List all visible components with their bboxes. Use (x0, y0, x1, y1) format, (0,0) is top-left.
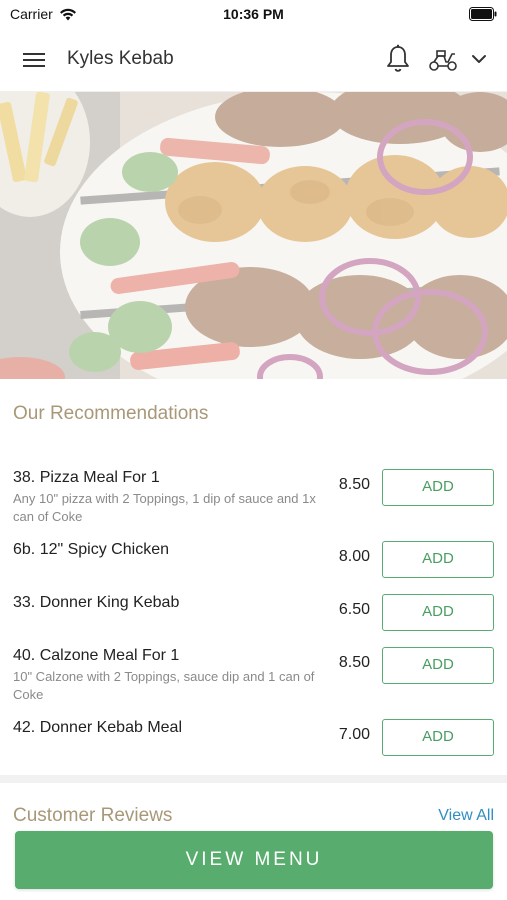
recommendations-title: Our Recommendations (13, 403, 209, 424)
app-header: Kyles Kebab (0, 28, 507, 92)
view-all-reviews-link[interactable]: View All (438, 807, 494, 825)
item-description: Any 10" pizza with 2 Toppings, 1 dip of … (13, 491, 316, 524)
menu-item: 33. Donner King Kebab 6.50 ADD (0, 594, 507, 634)
menu-item: 42. Donner Kebab Meal 7.00 ADD (0, 719, 507, 759)
item-price: 7.00 (338, 726, 370, 743)
item-price: 8.50 (338, 654, 370, 671)
menu-item: 38. Pizza Meal For 1 Any 10" pizza with … (0, 469, 507, 529)
chevron-down-icon[interactable] (470, 50, 488, 68)
add-button[interactable]: ADD (382, 719, 494, 756)
item-price: 8.00 (338, 548, 370, 565)
menu-item: 6b. 12" Spicy Chicken 8.00 ADD (0, 541, 507, 581)
item-name: 40. Calzone Meal For 1 (13, 647, 180, 664)
item-price: 8.50 (338, 476, 370, 493)
item-name: 38. Pizza Meal For 1 (13, 469, 160, 486)
bell-icon[interactable] (385, 44, 411, 74)
recommendations-section: Our Recommendations 38. Pizza Meal For 1… (0, 379, 507, 775)
reviews-title: Customer Reviews (13, 805, 173, 826)
menu-item: 40. Calzone Meal For 1 10" Calzone with … (0, 647, 507, 707)
view-menu-button[interactable]: VIEW MENU (15, 831, 493, 889)
add-button[interactable]: ADD (382, 594, 494, 631)
hamburger-menu-icon[interactable] (20, 47, 48, 73)
item-name: 33. Donner King Kebab (13, 594, 180, 611)
item-name: 42. Donner Kebab Meal (13, 719, 182, 736)
item-name: 6b. 12" Spicy Chicken (13, 541, 169, 558)
status-time: 10:36 PM (223, 6, 284, 22)
section-divider (0, 775, 507, 783)
scooter-icon[interactable] (428, 48, 458, 72)
add-button[interactable]: ADD (382, 647, 494, 684)
item-price: 6.50 (338, 601, 370, 618)
hero-food-image (0, 92, 507, 379)
battery-icon (469, 7, 497, 21)
add-button[interactable]: ADD (382, 469, 494, 506)
status-bar: Carrier 10:36 PM (0, 0, 507, 28)
item-description: 10" Calzone with 2 Toppings, sauce dip a… (13, 669, 315, 702)
add-button[interactable]: ADD (382, 541, 494, 578)
app-title: Kyles Kebab (67, 48, 174, 69)
